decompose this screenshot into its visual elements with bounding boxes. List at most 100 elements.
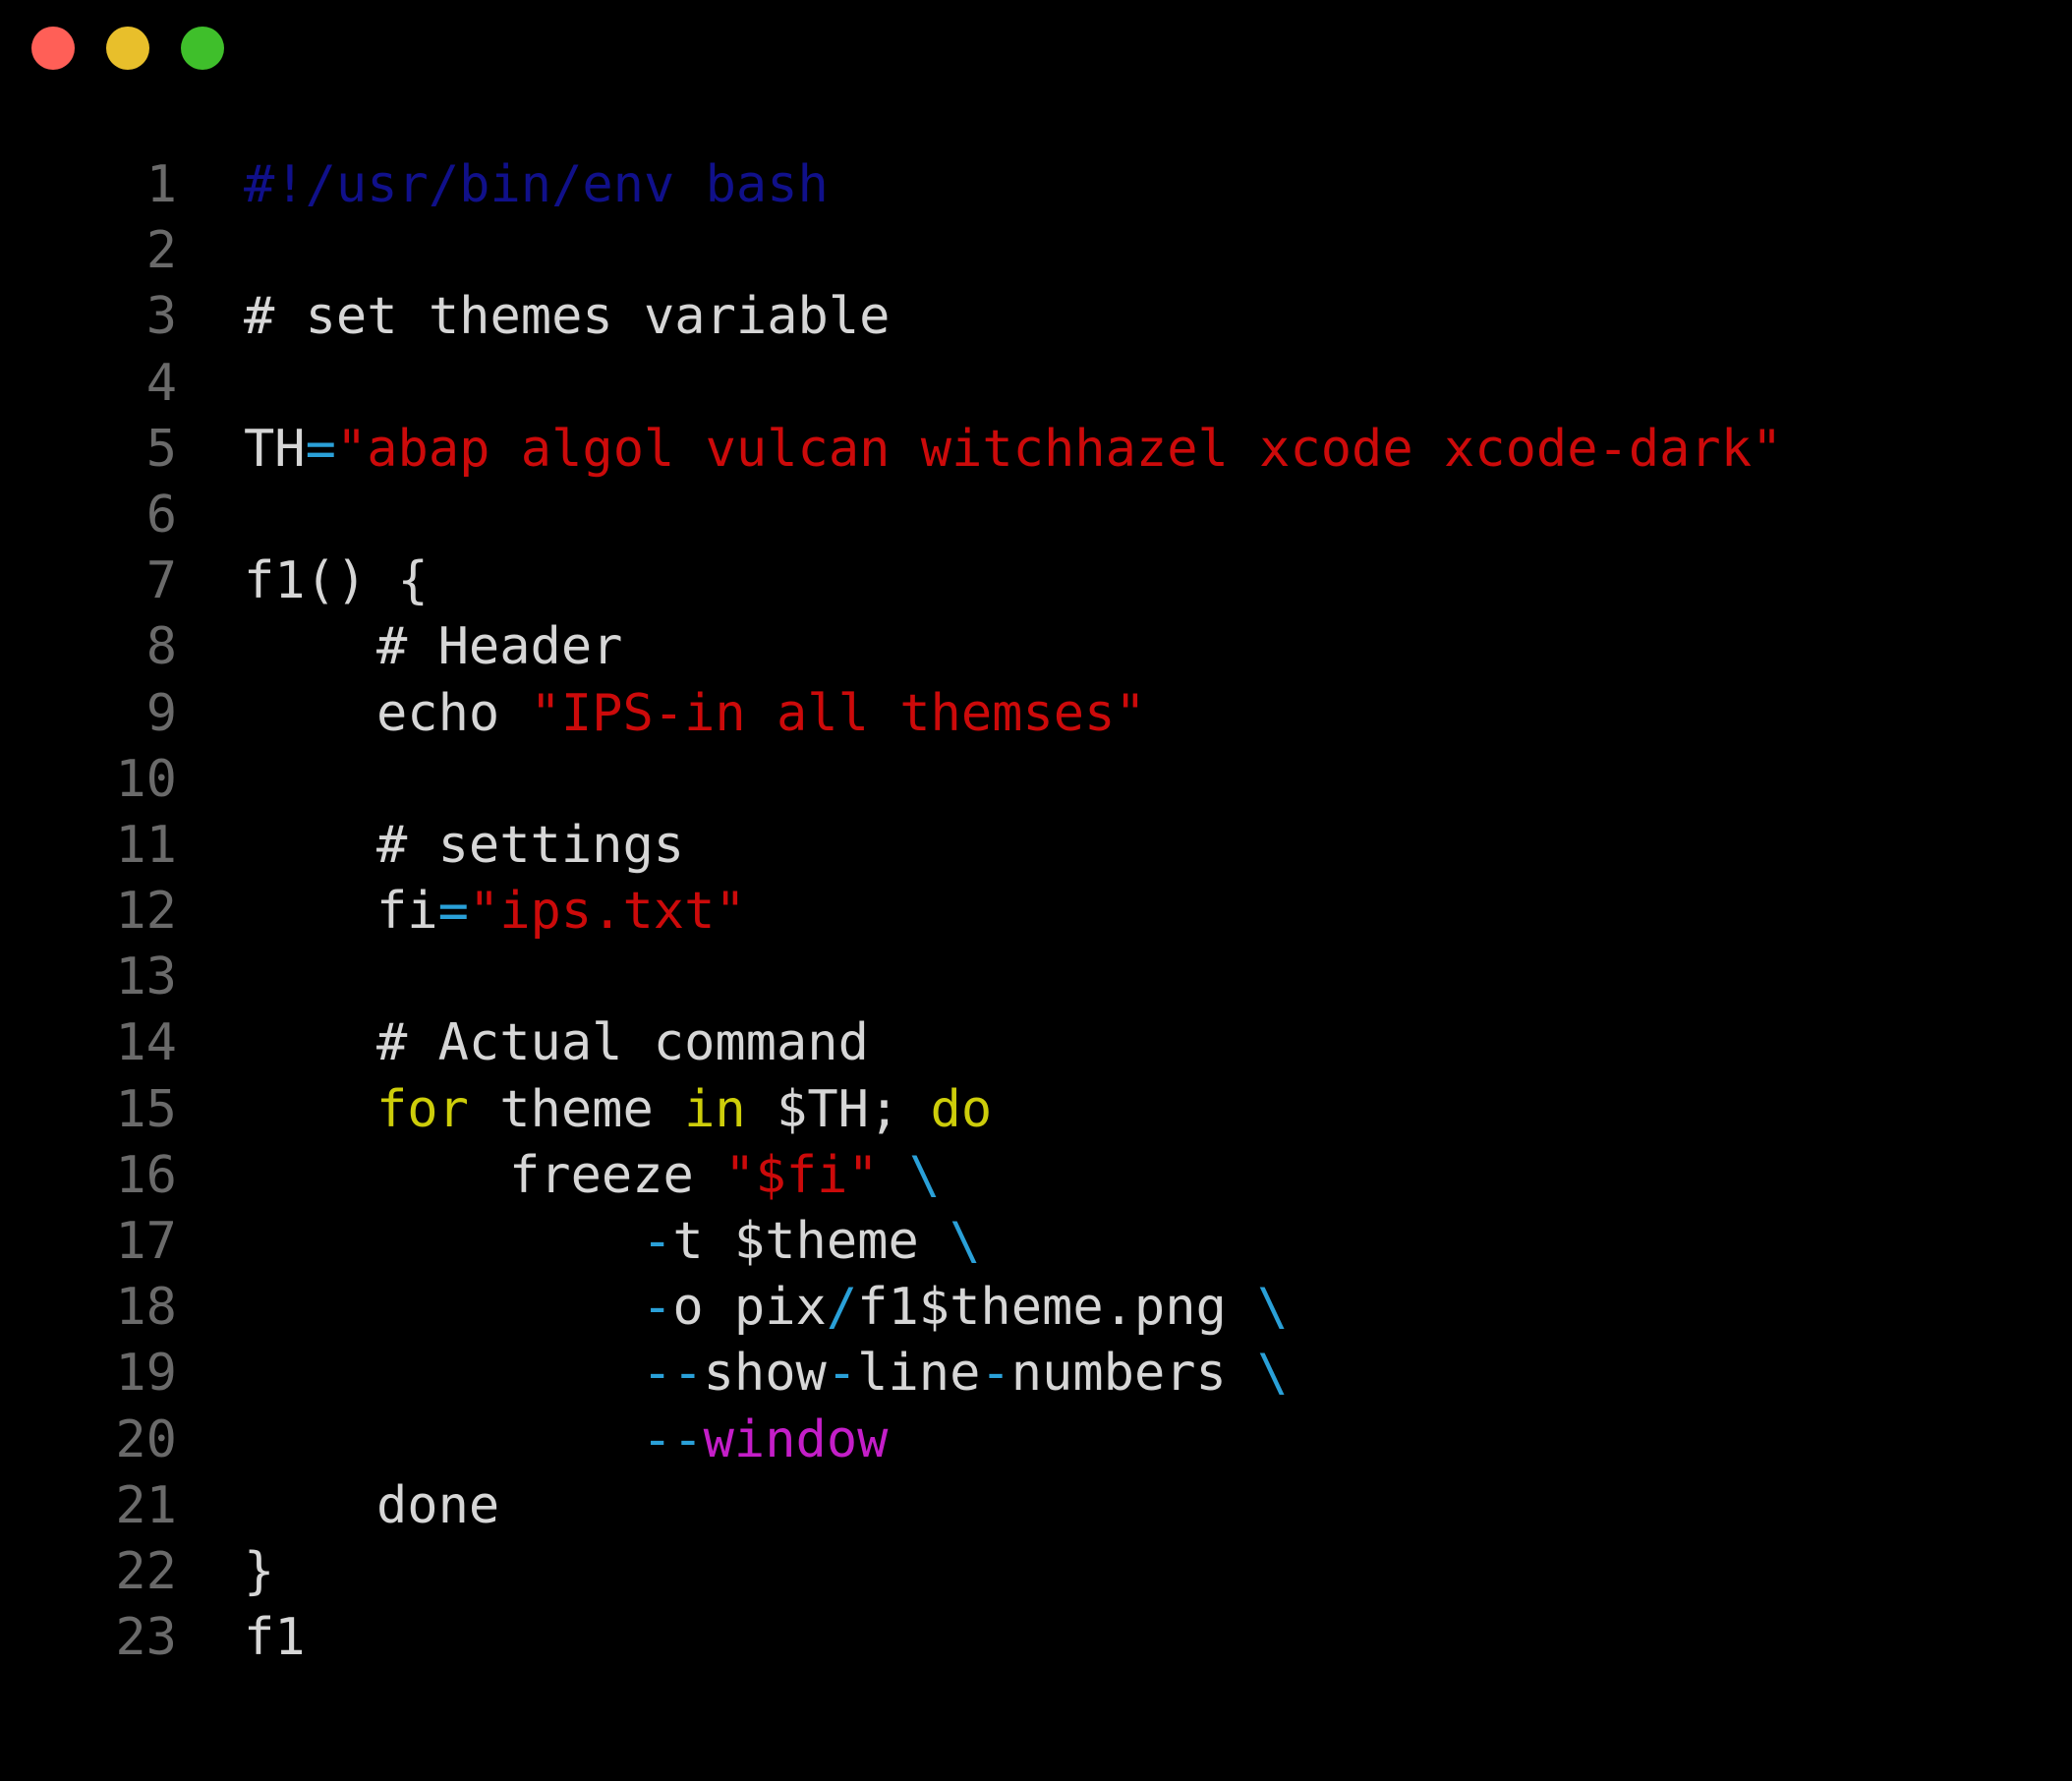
code-token: o pix: [672, 1278, 827, 1338]
code-token: window: [703, 1409, 889, 1469]
code-token: \: [909, 1145, 941, 1205]
line-number: 14: [115, 1013, 177, 1073]
line-number: 13: [115, 948, 177, 1007]
code-token: --: [642, 1344, 704, 1404]
line-number: 2: [145, 221, 177, 281]
code-token: \: [950, 1212, 981, 1271]
line-number: 3: [145, 287, 177, 347]
line-number: 22: [115, 1541, 177, 1601]
code-line: 9 echo "IPS-in all themses": [0, 681, 1782, 747]
code-text: for theme in $TH; do: [244, 1077, 992, 1143]
code-line: 17 -t $theme \: [0, 1209, 1782, 1275]
code-token: for: [376, 1079, 469, 1139]
code-token: /: [826, 1278, 858, 1338]
code-text: # settings: [244, 813, 684, 879]
code-line: 11 # settings: [0, 813, 1782, 879]
code-token: echo: [376, 683, 531, 743]
code-token: f1() {: [244, 551, 429, 611]
code-text: echo "IPS-in all themses": [244, 681, 1146, 747]
code-text: --window: [244, 1408, 888, 1473]
line-number: 19: [115, 1344, 177, 1404]
code-token: line: [857, 1344, 981, 1404]
code-line: 23 f1: [0, 1605, 1782, 1671]
code-line: 14 # Actual command: [0, 1010, 1782, 1076]
code-token: $TH;: [745, 1079, 931, 1139]
code-line: 5 TH="abap algol vulcan witchhazel xcode …: [0, 417, 1783, 483]
code-token: --: [642, 1409, 704, 1469]
code-token: # set themes variable: [244, 287, 891, 347]
line-number: 16: [115, 1145, 177, 1205]
line-number: 12: [115, 882, 177, 942]
code-token: TH: [244, 419, 306, 479]
line-number: 10: [115, 749, 177, 809]
code-token: fi: [376, 882, 438, 942]
window-controls: [31, 27, 224, 70]
code-line: 18 -o pix/f1$theme.png \: [0, 1275, 1782, 1341]
code-text: # set themes variable: [244, 284, 890, 350]
code-text: f1() {: [244, 548, 429, 614]
code-token: # Header: [376, 617, 623, 677]
code-line: 4: [0, 351, 1782, 417]
maximize-button[interactable]: [181, 27, 224, 70]
code-token: f1: [244, 1608, 306, 1668]
line-number: 6: [145, 485, 177, 545]
code-text: --show-line-numbers \: [244, 1341, 1288, 1407]
line-number: 11: [115, 815, 177, 875]
code-text: f1: [244, 1605, 306, 1671]
code-line: 12 fi="ips.txt": [0, 879, 1782, 945]
code-line: 20 --window: [0, 1408, 1782, 1473]
code-text: -t $theme \: [244, 1209, 980, 1275]
code-text: }: [244, 1539, 274, 1605]
code-window: 1 #!/usr/bin/env bash 2 3 # set themes varia…: [0, 0, 2072, 1781]
code-token: -: [642, 1212, 673, 1271]
code-token: "ips.txt": [468, 882, 746, 942]
code-token: }: [244, 1541, 275, 1601]
code-token: \: [1257, 1344, 1289, 1404]
line-number: 18: [115, 1278, 177, 1338]
code-line: 21 done: [0, 1473, 1782, 1539]
code-text: done: [244, 1473, 499, 1539]
line-number: 4: [145, 353, 177, 413]
code-token: =: [437, 882, 469, 942]
code-token: in: [684, 1079, 746, 1139]
code-token: #!/usr/bin/env bash: [244, 155, 829, 214]
code-line: 7 f1() {: [0, 548, 1782, 614]
code-token: "$fi": [724, 1145, 879, 1205]
code-token: \: [1257, 1278, 1289, 1338]
code-text: #!/usr/bin/env bash: [244, 152, 829, 218]
line-number: 23: [115, 1608, 177, 1668]
line-number: 15: [115, 1079, 177, 1139]
line-number: 1: [145, 155, 177, 214]
code-text: -o pix/f1$theme.png \: [244, 1275, 1288, 1341]
code-token: # settings: [376, 815, 685, 875]
code-line: 16 freeze "$fi" \: [0, 1143, 1782, 1209]
code-text: TH="abap algol vulcan witchhazel xcode x…: [244, 417, 1782, 483]
code-line: 6: [0, 483, 1782, 548]
code-token: -: [980, 1344, 1011, 1404]
code-line: 8 # Header: [0, 614, 1782, 680]
code-line: 3 # set themes variable: [0, 284, 1782, 350]
code-token: -: [826, 1344, 858, 1404]
code-line: 1 #!/usr/bin/env bash: [0, 152, 1782, 218]
code-text: # Header: [244, 614, 622, 680]
code-line: 19 --show-line-numbers \: [0, 1341, 1782, 1407]
code-token: theme: [468, 1079, 685, 1139]
code-token: numbers: [1010, 1344, 1258, 1404]
code-line: 2: [0, 218, 1782, 284]
close-button[interactable]: [31, 27, 75, 70]
line-number: 7: [145, 551, 177, 611]
code-token: do: [930, 1079, 993, 1139]
code-listing: 1 #!/usr/bin/env bash 2 3 # set themes varia…: [0, 152, 1782, 1671]
code-token: done: [376, 1475, 500, 1535]
code-token: f1$theme.png: [857, 1278, 1258, 1338]
code-token: "IPS-in all themses": [530, 683, 1146, 743]
line-number: 21: [115, 1475, 177, 1535]
code-line: 10: [0, 747, 1782, 813]
code-token: t $theme: [672, 1212, 950, 1271]
line-number: 20: [115, 1409, 177, 1469]
code-line: 15 for theme in $TH; do: [0, 1077, 1782, 1143]
minimize-button[interactable]: [106, 27, 149, 70]
code-text: # Actual command: [244, 1010, 869, 1076]
line-number: 5: [145, 419, 177, 479]
